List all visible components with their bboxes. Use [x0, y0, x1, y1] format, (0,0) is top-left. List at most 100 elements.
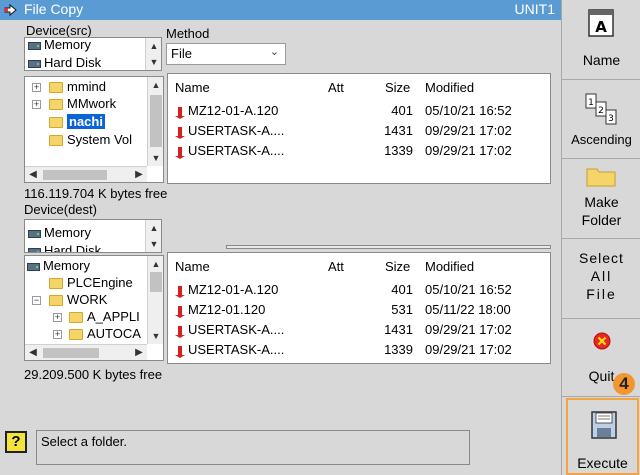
folder-icon [49, 99, 63, 111]
tree-item[interactable]: PLCEngine [49, 275, 133, 291]
sort-name-label: Name [582, 52, 621, 68]
file-modified: 09/29/21 17:02 [425, 322, 512, 337]
column-size[interactable]: Size [385, 259, 410, 274]
expand-icon[interactable]: + [32, 83, 41, 92]
drive-item[interactable]: Memory [28, 38, 91, 52]
scroll-down-arrow[interactable]: ▼ [148, 151, 163, 165]
dest-drive-list[interactable]: Memory Hard Disk ▲ ▼ [24, 219, 162, 253]
red-file-icon [175, 305, 185, 318]
expand-icon[interactable]: + [53, 313, 62, 322]
src-free-space: 116.119.704 K bytes free [24, 186, 168, 201]
file-row[interactable]: USERTASK-A.... [173, 342, 284, 358]
unit-label: UNIT1 [514, 1, 555, 17]
select-all-label-2: All [590, 268, 613, 284]
file-modified: 05/11/22 18:00 [425, 302, 511, 317]
method-label: Method [166, 26, 210, 41]
scrollbar[interactable]: ▲ ▼ [145, 38, 161, 70]
tree-item[interactable]: mmind [49, 79, 106, 95]
divider [226, 245, 551, 249]
execute-label: Execute [577, 455, 628, 471]
column-name[interactable]: Name [175, 259, 210, 274]
make-folder-button[interactable]: Make Folder [562, 159, 640, 239]
select-all-label-3: File [586, 286, 617, 302]
execute-button[interactable]: Execute [566, 398, 639, 475]
tree-item[interactable]: WORK [49, 292, 107, 308]
file-row[interactable]: MZ12-01.120 [173, 302, 265, 318]
folder-icon [49, 278, 63, 290]
column-size[interactable]: Size [385, 80, 410, 95]
scroll-down-arrow[interactable]: ▼ [148, 329, 163, 343]
red-file-icon [175, 345, 185, 358]
tree-item[interactable]: MMwork [49, 96, 116, 112]
sort-ascending-button[interactable]: 1 2 3 Ascending [562, 80, 640, 159]
file-modified: 09/29/21 17:02 [425, 123, 512, 138]
scroll-up-arrow[interactable]: ▲ [146, 221, 161, 235]
scroll-left-arrow[interactable]: ◀ [25, 345, 41, 360]
file-modified: 09/29/21 17:02 [425, 342, 512, 357]
device-src-label: Device(src) [26, 23, 92, 38]
scroll-down-arrow[interactable]: ▼ [146, 237, 161, 251]
tree-item[interactable]: A_APPLI [69, 309, 140, 325]
close-icon [593, 332, 611, 350]
save-disk-icon [591, 411, 617, 439]
file-row[interactable]: MZ12-01-A.120 [173, 103, 278, 119]
h-scrollbar[interactable]: ◀ ▶ [25, 166, 147, 182]
scroll-up-arrow[interactable]: ▲ [146, 39, 161, 53]
scroll-right-arrow[interactable]: ▶ [131, 167, 147, 182]
dest-folder-tree[interactable]: Memory PLCEngine − WORK + A_APPLI + AUTO… [24, 255, 164, 361]
svg-text:2: 2 [598, 106, 604, 116]
sort-name-button[interactable]: A Name [562, 0, 640, 80]
scroll-thumb[interactable] [150, 272, 162, 292]
src-file-list[interactable]: Name Att Size Modified MZ12-01-A.120 401… [167, 73, 551, 184]
chevron-down-icon: ⌄ [269, 46, 279, 58]
drive-item[interactable]: Hard Disk [28, 55, 101, 70]
scroll-down-arrow[interactable]: ▼ [146, 55, 161, 69]
file-row[interactable]: MZ12-01-A.120 [173, 282, 278, 298]
column-name[interactable]: Name [175, 80, 210, 95]
scroll-up-arrow[interactable]: ▲ [148, 257, 163, 271]
file-size: 531 [391, 302, 413, 317]
drive-item[interactable]: Hard Disk [28, 243, 101, 252]
tree-item[interactable]: System Vol [49, 132, 132, 148]
file-modified: 05/10/21 16:52 [425, 282, 512, 297]
src-drive-list[interactable]: Memory Hard Disk ▲ ▼ [24, 37, 162, 71]
select-all-files-button[interactable]: Select All File [562, 239, 640, 319]
file-size: 401 [391, 103, 413, 118]
window-title: File Copy [24, 1, 84, 17]
method-select[interactable]: File ⌄ [166, 43, 286, 65]
h-scrollbar[interactable]: ◀ ▶ [25, 344, 147, 360]
scroll-left-arrow[interactable]: ◀ [25, 167, 41, 182]
folder-icon [69, 329, 83, 341]
file-size: 1431 [384, 123, 413, 138]
column-att[interactable]: Att [328, 80, 344, 95]
expand-icon[interactable]: + [32, 100, 41, 109]
select-all-label-1: Select [579, 250, 624, 266]
expand-icon[interactable]: + [53, 330, 62, 339]
scroll-thumb[interactable] [43, 348, 99, 358]
file-row[interactable]: USERTASK-A.... [173, 123, 284, 139]
scroll-up-arrow[interactable]: ▲ [148, 78, 163, 92]
svg-text:1: 1 [588, 98, 594, 108]
collapse-icon[interactable]: − [32, 296, 41, 305]
tree-item-selected[interactable]: nachi [49, 114, 105, 130]
column-modified[interactable]: Modified [425, 80, 474, 95]
scrollbar[interactable]: ▲ ▼ [145, 220, 161, 252]
folder-icon [49, 82, 63, 94]
dest-file-list[interactable]: Name Att Size Modified MZ12-01-A.120 401… [167, 252, 551, 364]
scroll-thumb[interactable] [150, 95, 162, 147]
column-modified[interactable]: Modified [425, 259, 474, 274]
hard-disk-icon [28, 247, 41, 252]
tree-item[interactable]: AUTOCA [69, 326, 141, 342]
red-file-icon [175, 126, 185, 139]
file-row[interactable]: USERTASK-A.... [173, 322, 284, 338]
file-row[interactable]: USERTASK-A.... [173, 143, 284, 159]
scrollbar[interactable]: ▲ ▼ [147, 256, 163, 344]
scroll-right-arrow[interactable]: ▶ [131, 345, 147, 360]
drive-item[interactable]: Memory [28, 225, 91, 240]
src-folder-tree[interactable]: + mmind + MMwork nachi System Vol ▲ ▼ ◀ … [24, 76, 164, 183]
tree-item[interactable]: Memory [27, 258, 90, 274]
scrollbar[interactable]: ▲ ▼ [147, 77, 163, 166]
file-modified: 09/29/21 17:02 [425, 143, 512, 158]
scroll-thumb[interactable] [43, 170, 107, 180]
column-att[interactable]: Att [328, 259, 344, 274]
